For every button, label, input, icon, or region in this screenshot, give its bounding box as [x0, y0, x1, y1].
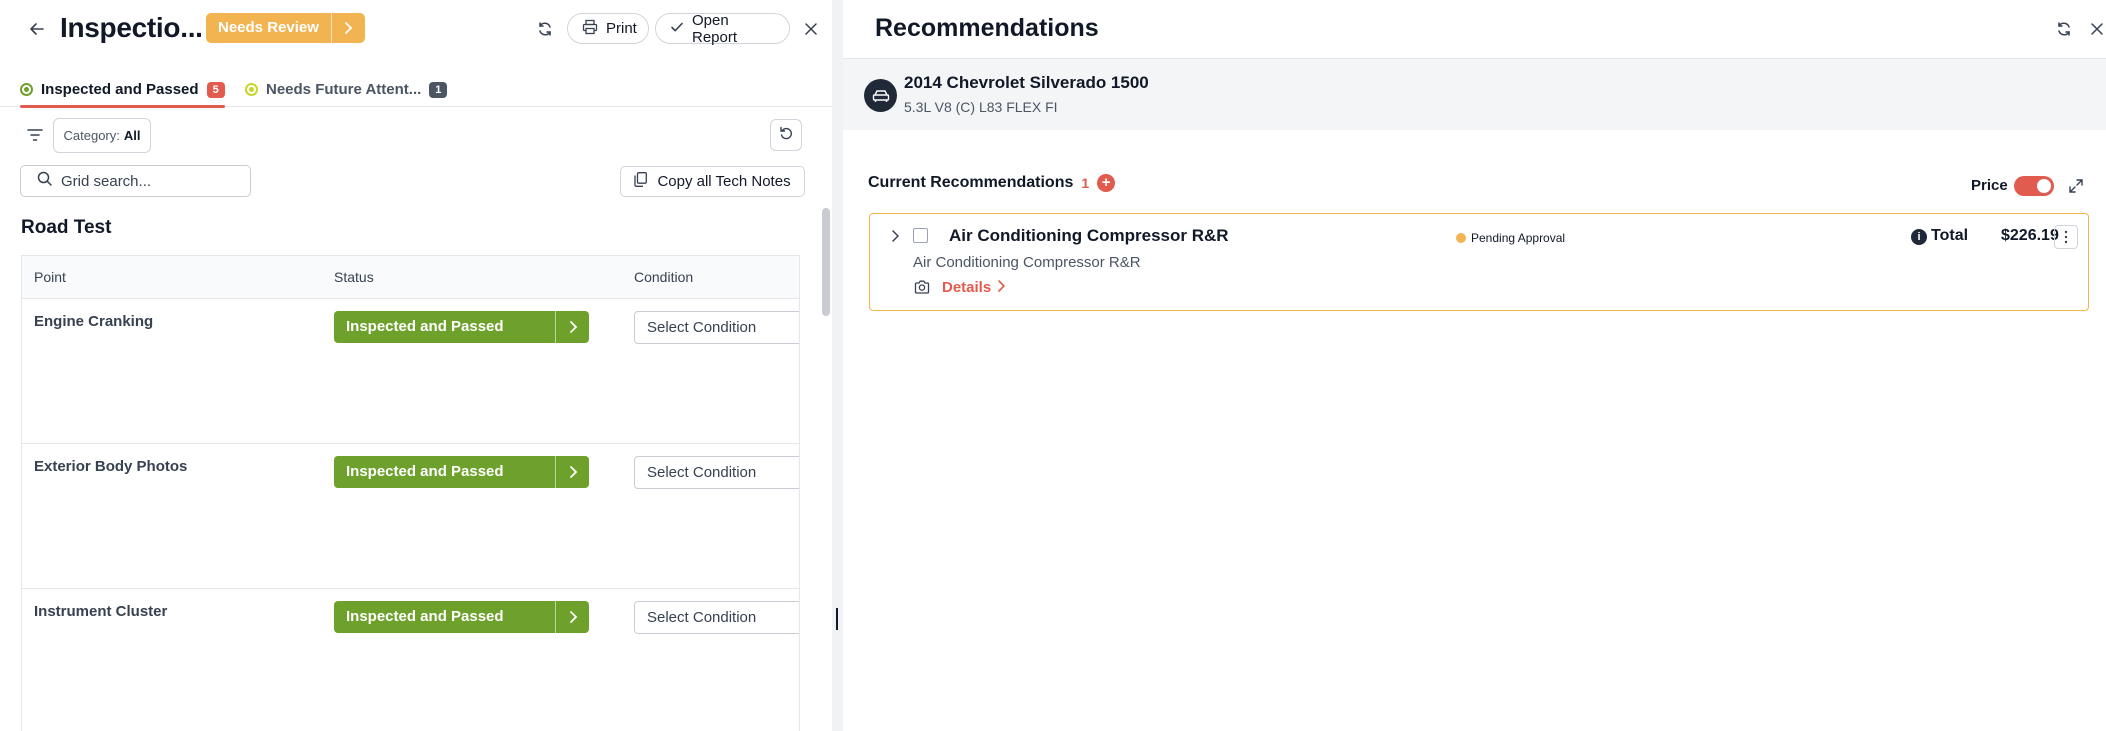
inspection-grid: Point Status Condition Engine Cranking I… [21, 255, 800, 731]
open-report-label: Open Report [692, 11, 738, 46]
tab-inspected-and-passed[interactable]: Inspected and Passed 5 [20, 72, 225, 108]
close-icon[interactable] [2085, 17, 2106, 41]
price-toggle[interactable] [2014, 176, 2054, 196]
point-name: Engine Cranking [34, 313, 154, 330]
current-recommendations-label: Current Recommendations [868, 174, 1074, 191]
page-title: Inspectio... [60, 12, 203, 43]
passed-dot-icon [20, 83, 33, 96]
tab-count-badge: 1 [429, 81, 448, 98]
chevron-right-icon [997, 279, 1006, 296]
recommendation-title: Air Conditioning Compressor R&R [949, 226, 1229, 245]
tab-label: Inspected and Passed [41, 81, 199, 98]
recommendation-card: Air Conditioning Compressor R&R Air Cond… [869, 213, 2089, 311]
open-report-button[interactable]: Open Report [655, 11, 790, 46]
expand-icon[interactable] [2065, 175, 2087, 197]
status-label[interactable]: Inspected and Passed [334, 456, 555, 488]
recommendations-title: Recommendations [875, 14, 1099, 42]
status-label[interactable]: Inspected and Passed [334, 601, 555, 633]
chevron-right-icon[interactable] [555, 311, 589, 343]
tab-label: Needs Future Attent... [266, 81, 422, 98]
copy-notes-label: Copy all Tech Notes [657, 173, 791, 190]
refresh-icon[interactable] [533, 17, 557, 41]
reset-filters-button[interactable] [770, 119, 802, 151]
table-row: Instrument Cluster Inspected and Passed … [22, 589, 799, 731]
total-label: Total [1931, 227, 1969, 244]
printer-icon [582, 19, 598, 39]
tab-needs-future-attention[interactable]: Needs Future Attent... 1 [245, 72, 448, 107]
inspection-header: Inspectio... Needs Review Print Open Rep… [0, 0, 832, 58]
column-header-condition[interactable]: Condition [634, 269, 693, 285]
car-icon [864, 79, 897, 112]
add-recommendation-button[interactable]: + [1097, 174, 1116, 192]
pending-clock-icon [1456, 233, 1466, 243]
grid-header: Point Status Condition [22, 256, 799, 299]
recommendations-panel: Recommendations 2014 Chevrolet Silverado… [843, 0, 2106, 731]
undo-icon [779, 126, 793, 145]
section-title: Road Test [21, 217, 112, 238]
refresh-icon[interactable] [2052, 17, 2076, 41]
status-text: Pending Approval [1471, 231, 1566, 245]
vehicle-summary: 2014 Chevrolet Silverado 1500 5.3L V8 (C… [843, 58, 2106, 130]
vehicle-engine: 5.3L V8 (C) L83 FLEX FI [904, 99, 1058, 115]
column-header-point[interactable]: Point [34, 269, 66, 285]
condition-select[interactable]: Select Condition [634, 311, 799, 344]
copy-tech-notes-button[interactable]: Copy all Tech Notes [620, 166, 805, 197]
price-toggle-label: Price [1971, 177, 2008, 194]
category-value: All [123, 128, 141, 143]
status-button[interactable]: Inspected and Passed [334, 456, 589, 488]
check-icon [670, 20, 684, 38]
recommendation-subtitle: Air Conditioning Compressor R&R [913, 254, 1141, 271]
status-label[interactable]: Inspected and Passed [334, 311, 555, 343]
status-button[interactable]: Inspected and Passed [334, 311, 589, 343]
more-options-icon[interactable] [2054, 225, 2078, 249]
close-icon[interactable] [799, 17, 823, 41]
point-name: Instrument Cluster [34, 603, 168, 620]
condition-select[interactable]: Select Condition [634, 601, 799, 634]
back-arrow-icon[interactable] [25, 17, 49, 41]
copy-icon [634, 172, 648, 191]
print-label: Print [606, 20, 637, 37]
current-recommendations-header: Current Recommendations 1 + [868, 174, 1116, 192]
status-button[interactable]: Inspected and Passed [334, 601, 589, 633]
search-icon [37, 171, 52, 191]
print-button[interactable]: Print [567, 13, 649, 44]
table-row: Exterior Body Photos Inspected and Passe… [22, 444, 799, 589]
chevron-right-icon[interactable] [887, 228, 903, 244]
category-prefix: Category: [63, 128, 120, 143]
recommendations-count: 1 [1081, 175, 1090, 191]
details-label[interactable]: Details [942, 279, 991, 296]
category-filter-button[interactable]: Category: All [53, 118, 151, 153]
filter-icon[interactable] [24, 124, 46, 146]
chevron-right-icon[interactable] [555, 456, 589, 488]
status-label[interactable]: Needs Review [206, 13, 331, 43]
point-name: Exterior Body Photos [34, 458, 188, 475]
grid-search[interactable] [20, 165, 251, 197]
chevron-right-icon[interactable] [555, 601, 589, 633]
info-icon[interactable]: i [1911, 229, 1927, 245]
table-row: Engine Cranking Inspected and Passed Sel… [22, 299, 799, 444]
camera-icon[interactable] [913, 278, 931, 296]
recommendation-checkbox[interactable] [913, 228, 928, 243]
total-amount: $226.19 [2001, 227, 2059, 244]
tab-count-badge: 5 [206, 81, 225, 98]
inspection-panel: Inspectio... Needs Review Print Open Rep… [0, 0, 832, 731]
vehicle-name: 2014 Chevrolet Silverado 1500 [904, 73, 1149, 92]
status-badge: Pending Approval [1456, 231, 1565, 245]
vertical-scrollbar[interactable] [822, 208, 830, 316]
details-link[interactable]: Details [942, 279, 1006, 296]
chevron-right-icon[interactable] [330, 13, 365, 43]
column-header-status[interactable]: Status [334, 269, 374, 285]
condition-select[interactable]: Select Condition [634, 456, 799, 489]
resize-handle[interactable] [836, 608, 838, 630]
attention-dot-icon [245, 83, 258, 96]
status-tabs: Inspected and Passed 5 Needs Future Atte… [0, 72, 832, 108]
status-dropdown[interactable]: Needs Review [206, 13, 365, 43]
search-input[interactable] [61, 172, 241, 190]
